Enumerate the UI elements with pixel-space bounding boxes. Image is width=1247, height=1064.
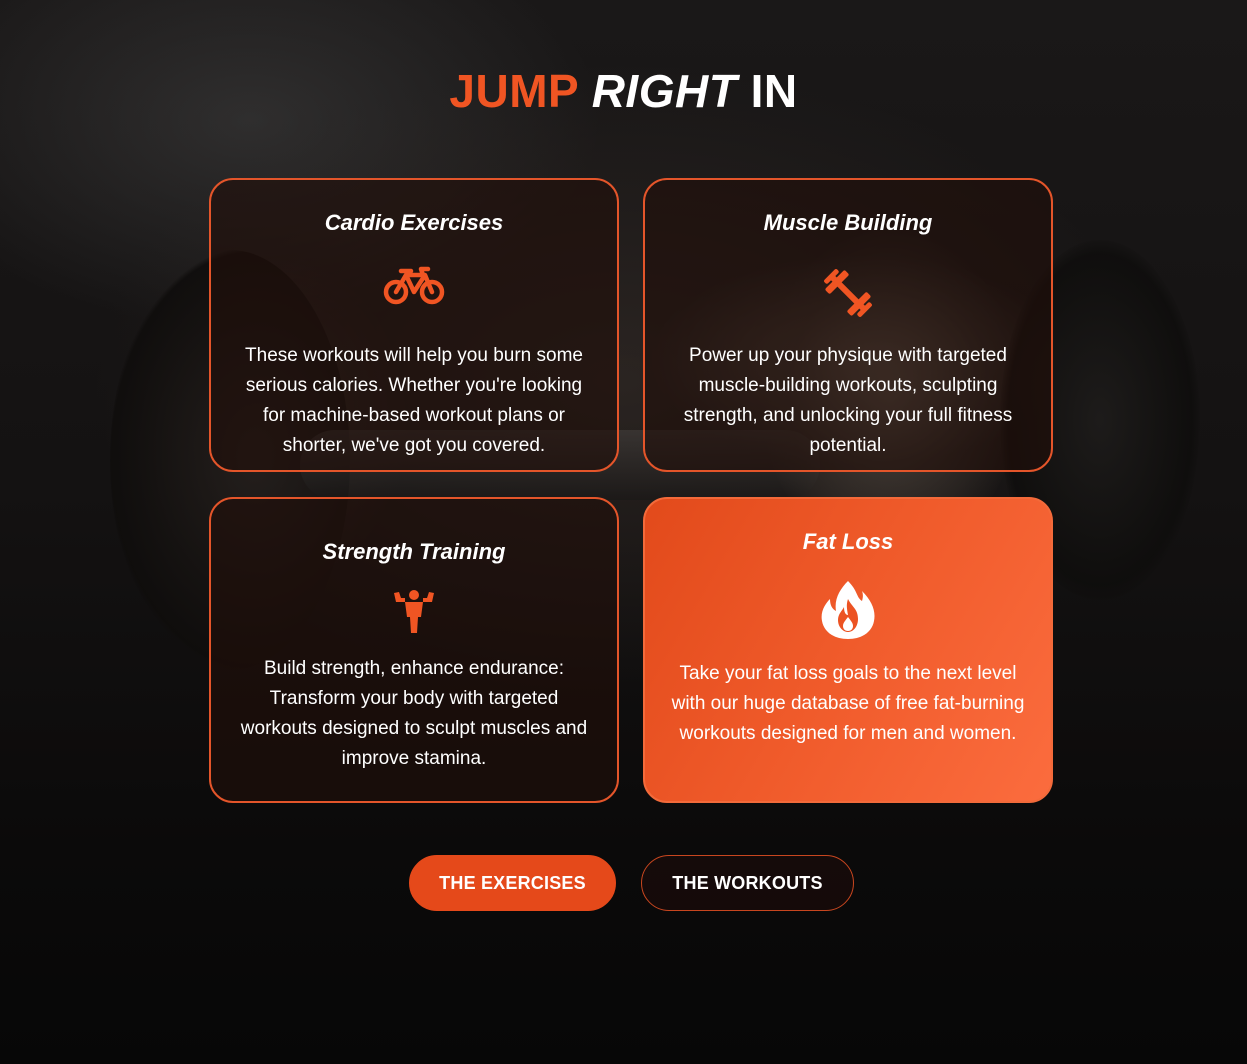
- card-description: These workouts will help you burn some s…: [245, 345, 583, 456]
- card-cardio-exercises[interactable]: Cardio Exercises These workouts will hel…: [209, 178, 619, 472]
- card-fat-loss[interactable]: Fat Loss Take your fat loss goals to the…: [643, 497, 1053, 803]
- card-description: Build strength, enhance endurance: Trans…: [240, 658, 588, 769]
- dumbbell-icon: [821, 266, 875, 325]
- bicycle-icon: [383, 266, 445, 311]
- card-title: Fat Loss: [802, 529, 894, 554]
- card-muscle-building[interactable]: Muscle Building Power up your physique w…: [643, 178, 1053, 472]
- card-title: Cardio Exercises: [324, 210, 504, 235]
- workouts-button[interactable]: THE WORKOUTS: [641, 855, 854, 911]
- section-title: JUMP RIGHT IN: [0, 64, 1247, 118]
- title-word-right: RIGHT: [591, 65, 738, 117]
- flame-icon: [818, 579, 878, 646]
- card-description: Take your fat loss goals to the next lev…: [671, 663, 1025, 744]
- exercises-button[interactable]: THE EXERCISES: [409, 855, 616, 911]
- card-strength-training[interactable]: Strength Training Build strength, enhanc…: [209, 497, 619, 803]
- flexing-figure-icon: [391, 589, 437, 640]
- card-description: Power up your physique with targeted mus…: [683, 345, 1013, 456]
- card-title: Muscle Building: [763, 210, 933, 235]
- background-image: [0, 0, 1247, 1064]
- card-title: Strength Training: [322, 539, 506, 564]
- title-word-jump: JUMP: [449, 65, 579, 117]
- title-word-in: IN: [750, 65, 798, 117]
